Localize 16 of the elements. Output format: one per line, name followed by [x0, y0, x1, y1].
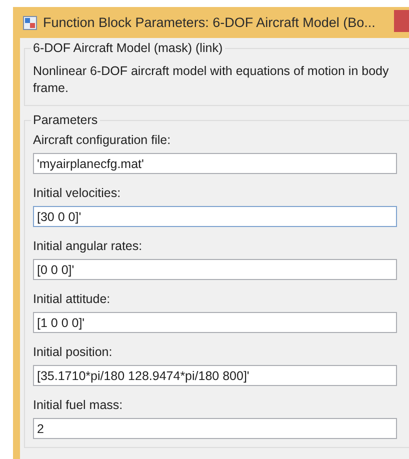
- field-label: Initial fuel mass:: [33, 398, 124, 412]
- field-label: Initial attitude:: [33, 292, 112, 306]
- group-title: Parameters: [31, 113, 100, 127]
- field-label: Initial position:: [33, 345, 114, 359]
- field-label: Initial velocities:: [33, 186, 122, 200]
- parameter-field[interactable]: [35.1710*pi/180 128.9474*pi/180 800]': [33, 365, 397, 386]
- parameter-field[interactable]: 'myairplanecfg.mat': [33, 153, 397, 174]
- parameter-field[interactable]: [30 0 0]': [33, 206, 397, 227]
- block-description: Nonlinear 6-DOF aircraft model with equations of motion in body frame.: [33, 63, 390, 97]
- parameter-field[interactable]: [1 0 0 0]': [33, 312, 397, 333]
- group-title: 6-DOF Aircraft Model (mask) (link): [31, 41, 225, 55]
- field-label: Aircraft configuration file:: [33, 133, 172, 147]
- parameter-field[interactable]: [0 0 0]': [33, 259, 397, 280]
- window-title: Function Block Parameters: 6-DOF Aircraft Model (Bo...: [43, 15, 376, 30]
- field-label: Initial angular rates:: [33, 239, 144, 253]
- parameter-field[interactable]: 2: [33, 418, 397, 439]
